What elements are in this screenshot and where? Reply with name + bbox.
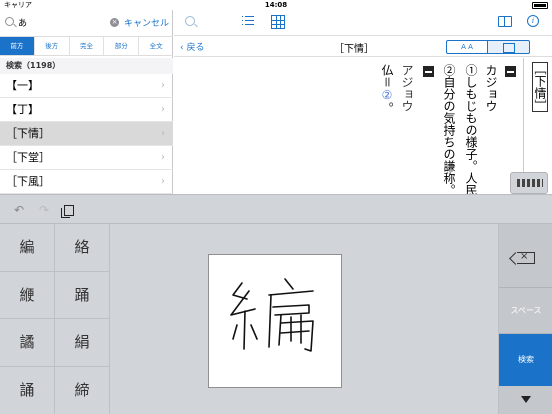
entry-navbar: ‹ 戻る ［下情］ A A — [174, 37, 552, 57]
backspace-icon — [517, 251, 535, 264]
dismiss-keyboard-key[interactable] — [499, 386, 552, 414]
search-mode-segmented-control: 前方 後方 完全 部分 全文 — [0, 36, 173, 56]
candidate-key[interactable]: 締 — [55, 366, 110, 414]
list-icon[interactable] — [242, 16, 254, 27]
candidate-key[interactable]: 譎 — [0, 319, 55, 367]
candidate-grid: 編 絡 緶 踊 譎 絹 誦 締 — [0, 224, 110, 414]
status-bar: キャリア 14:08 — [0, 0, 552, 10]
category-label: 仏＝ — [380, 64, 394, 89]
chevron-right-icon: › — [161, 80, 165, 91]
chevron-right-icon: › — [161, 104, 165, 115]
undo-icon[interactable]: ↶ — [14, 204, 26, 216]
category-end: 。 — [380, 102, 394, 115]
delete-key[interactable] — [499, 224, 552, 288]
clear-icon[interactable]: × — [110, 18, 119, 27]
book-icon[interactable] — [498, 16, 512, 27]
mode-prefix[interactable]: 前方 — [0, 37, 35, 55]
section-mark-icon — [423, 66, 434, 77]
info-icon[interactable]: i — [527, 15, 539, 27]
search-input[interactable] — [18, 15, 98, 29]
mode-suffix[interactable]: 後方 — [35, 37, 70, 55]
paste-icon[interactable] — [61, 205, 74, 218]
candidate-key[interactable]: 踊 — [55, 271, 110, 319]
list-item-label: ［下堂］ — [6, 151, 50, 164]
entry-content: ［下情］ カジョウ ①しもじもの様子。人民 ②自分の気持ちの謙称。 アジョウ 仏… — [174, 58, 552, 194]
clock: 14:08 — [264, 1, 288, 9]
layout-button[interactable] — [488, 40, 530, 54]
chevron-right-icon: › — [161, 152, 165, 163]
space-key[interactable]: スペース — [499, 288, 552, 334]
search-bar: × キャンセル — [0, 10, 173, 36]
function-keys: スペース 検索 — [498, 224, 552, 414]
candidate-key[interactable]: 緶 — [0, 271, 55, 319]
list-item-label: ［下風］ — [6, 175, 50, 188]
results-list: 【一】 › 【丁】 › ［下情］ › ［下堂］ › ［下風］ › — [0, 74, 173, 194]
list-item-label: 【丁】 — [6, 103, 39, 116]
search-key[interactable]: 検索 — [499, 334, 552, 386]
category: 仏＝②。 — [380, 64, 394, 114]
mode-partial[interactable]: 部分 — [104, 37, 140, 55]
handwriting-strokes — [230, 278, 314, 352]
search-icon[interactable] — [185, 16, 195, 26]
candidate-key[interactable]: 絹 — [55, 319, 110, 367]
chevron-right-icon: › — [161, 176, 165, 187]
category-number[interactable]: ② — [380, 88, 394, 102]
search-sidebar: × キャンセル 前方 後方 完全 部分 全文 検索（1198） 【一】 › 【丁】… — [0, 10, 173, 194]
list-item[interactable]: 【丁】 › — [0, 98, 173, 122]
sense-2: ②自分の気持ちの謙称。 — [442, 64, 456, 194]
keyboard-toggle-button[interactable] — [510, 172, 548, 194]
candidate-key[interactable]: 編 — [0, 224, 55, 272]
mode-fulltext[interactable]: 全文 — [139, 37, 173, 55]
cancel-button[interactable]: キャンセル — [124, 16, 169, 29]
candidate-key[interactable]: 絡 — [55, 224, 110, 272]
page-title: ［下情］ — [334, 44, 374, 55]
sense-1: ①しもじもの様子。人民 — [464, 64, 478, 194]
kanji-reading: アジョウ — [400, 64, 414, 112]
back-button[interactable]: ‹ 戻る — [180, 40, 204, 53]
battery-icon — [532, 2, 548, 9]
headword: ［下情］ — [532, 62, 548, 112]
section-mark-icon — [505, 66, 516, 77]
keyboard-accessory-bar: ↶ ↷ — [0, 194, 552, 224]
reading: カジョウ — [484, 64, 498, 112]
main-toolbar: i — [174, 10, 552, 36]
list-item-label: ［下情］ — [6, 127, 50, 140]
list-item[interactable]: 【一】 › — [0, 74, 173, 98]
back-label: 戻る — [186, 43, 205, 53]
handwriting-keyboard: 編 絡 緶 踊 譎 絹 誦 締 × スペース 検索 — [0, 224, 552, 414]
chevron-right-icon: › — [161, 128, 165, 139]
results-header: 検索（1198） — [0, 58, 173, 74]
list-item[interactable]: ［下風］ › — [0, 170, 173, 194]
grid-icon[interactable] — [271, 15, 285, 29]
list-item-selected[interactable]: ［下情］ › — [0, 122, 173, 146]
list-item[interactable]: ［下堂］ › — [0, 146, 173, 170]
mode-exact[interactable]: 完全 — [70, 37, 105, 55]
keyboard-icon — [517, 179, 543, 187]
search-icon — [5, 17, 14, 26]
candidate-key[interactable]: 誦 — [0, 366, 55, 414]
list-item-label: 【一】 — [6, 79, 39, 92]
handwriting-canvas[interactable] — [208, 254, 342, 388]
font-size-button[interactable]: A A — [446, 40, 488, 54]
redo-icon[interactable]: ↷ — [39, 204, 51, 216]
